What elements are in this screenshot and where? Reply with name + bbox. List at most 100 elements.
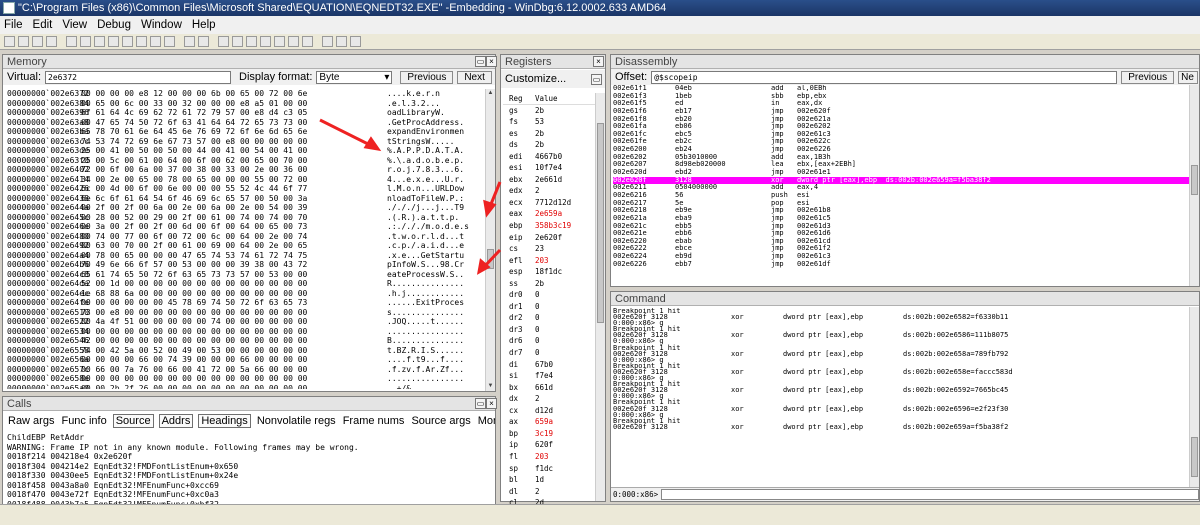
- disassembly-next-button[interactable]: Ne: [1178, 70, 1199, 84]
- register-value[interactable]: 2e620f: [535, 232, 593, 244]
- calls-option-func-info[interactable]: Func info: [60, 415, 107, 427]
- memory-icon[interactable]: [260, 36, 271, 47]
- disassembly-row[interactable]: 002e6218 eb9e jmp 002e61b8: [613, 207, 1189, 215]
- register-value[interactable]: 0: [535, 289, 593, 301]
- register-value[interactable]: 0: [535, 335, 593, 347]
- register-value[interactable]: 2b: [535, 278, 593, 290]
- disassembly-icon[interactable]: [288, 36, 299, 47]
- disassembly-row[interactable]: 002e61f8 eb20 jmp 002e621a: [613, 115, 1189, 124]
- disassembly-scroll-thumb[interactable]: [1191, 165, 1198, 195]
- offset-input[interactable]: @$scopeip: [651, 70, 1118, 84]
- register-value[interactable]: 53: [535, 116, 593, 128]
- register-value[interactable]: 23: [535, 243, 593, 255]
- register-value[interactable]: 2b: [535, 139, 593, 151]
- locals-icon[interactable]: [232, 36, 243, 47]
- register-value[interactable]: 1d: [535, 474, 593, 486]
- menu-file[interactable]: File: [4, 19, 23, 31]
- options-icon[interactable]: [350, 36, 361, 47]
- disassembly-row[interactable]: 002e6217 5e pop esi: [613, 199, 1189, 208]
- register-value[interactable]: 3c19: [535, 428, 593, 440]
- disassembly-row[interactable]: 002e61fa eb06 jmp 002e6202: [613, 123, 1189, 131]
- registers-menu-icon[interactable]: ▭: [591, 73, 602, 85]
- command-scroll-thumb[interactable]: [1191, 437, 1198, 477]
- step-out-icon[interactable]: [150, 36, 161, 47]
- calls-option-frame-nums[interactable]: Frame nums: [342, 415, 406, 427]
- register-value[interactable]: 2b: [535, 128, 593, 140]
- memory-next-button[interactable]: Next: [457, 70, 492, 84]
- menu-window[interactable]: Window: [141, 19, 182, 31]
- register-value[interactable]: 358b3c19: [535, 220, 593, 232]
- font-icon[interactable]: [336, 36, 347, 47]
- disassembly-scrollbar[interactable]: [1189, 85, 1199, 286]
- register-value[interactable]: 203: [535, 451, 593, 463]
- disassembly-row[interactable]: 002e6211 0504000000 add eax,4: [613, 184, 1189, 192]
- restart-icon[interactable]: [80, 36, 91, 47]
- customize-button[interactable]: Customize...: [505, 73, 566, 85]
- disassembly-row[interactable]: 002e61f5 ed in eax,dx: [613, 100, 1189, 108]
- scroll-down-icon[interactable]: ▼: [486, 382, 495, 391]
- disassembly-row[interactable]: 002e61f3 1beb sbb ebp,ebx: [613, 92, 1189, 101]
- disassembly-row[interactable]: 002e6222 ebce jmp 002e61f2: [613, 245, 1189, 253]
- memory-scroll-thumb[interactable]: [487, 249, 494, 269]
- register-value[interactable]: 4667b0: [535, 151, 593, 163]
- register-value[interactable]: f7e4: [535, 370, 593, 382]
- disassembly-row[interactable]: 002e6220 ebab jmp 002e61cd: [613, 237, 1189, 246]
- break-icon[interactable]: [108, 36, 119, 47]
- disassembly-row[interactable]: 002e61fc ebc5 jmp 002e61c3: [613, 130, 1189, 139]
- scratch-icon[interactable]: [302, 36, 313, 47]
- register-value[interactable]: 2: [535, 393, 593, 405]
- calls-option-nonvolatile-regs[interactable]: Nonvolatile regs: [256, 415, 337, 427]
- register-value[interactable]: 0: [535, 301, 593, 313]
- calls-option-source-args[interactable]: Source args: [410, 415, 471, 427]
- calls-close-icon[interactable]: ×: [486, 398, 497, 409]
- register-value[interactable]: 2e659a: [535, 208, 593, 220]
- run-to-cursor-icon[interactable]: [164, 36, 175, 47]
- command-scrollbar[interactable]: [1189, 307, 1199, 487]
- register-value[interactable]: 203: [535, 255, 593, 267]
- menu-view[interactable]: View: [62, 19, 87, 31]
- disassembly-previous-button[interactable]: Previous: [1121, 70, 1175, 84]
- disassembly-row[interactable]: 002e61f1 04eb add al,0EBh: [613, 85, 1189, 93]
- disassembly-row[interactable]: 002e6226 ebb7 jmp 002e61df: [613, 260, 1189, 269]
- register-value[interactable]: 7712d12d: [535, 197, 593, 209]
- registers-scrollbar[interactable]: [595, 93, 605, 501]
- disassembly-row[interactable]: 002e621c ebb5 jmp 002e61d3: [613, 222, 1189, 231]
- register-value[interactable]: 0: [535, 347, 593, 359]
- register-value[interactable]: 0: [535, 324, 593, 336]
- memory-close-icon[interactable]: ×: [486, 56, 497, 67]
- memory-menu-icon[interactable]: ▭: [475, 56, 486, 67]
- step-over-icon[interactable]: [136, 36, 147, 47]
- registers-scroll-thumb[interactable]: [597, 123, 604, 323]
- command-input[interactable]: [661, 489, 1199, 500]
- memory-previous-button[interactable]: Previous: [400, 70, 454, 84]
- register-value[interactable]: 2e661d: [535, 174, 593, 186]
- menu-help[interactable]: Help: [192, 19, 216, 31]
- virtual-address-input[interactable]: 2e6372: [45, 70, 232, 84]
- menu-edit[interactable]: Edit: [33, 19, 53, 31]
- register-value[interactable]: 659a: [535, 416, 593, 428]
- calls-option-headings[interactable]: Headings: [198, 413, 251, 428]
- register-value[interactable]: 67b0: [535, 359, 593, 371]
- register-value[interactable]: 10f7e4: [535, 162, 593, 174]
- calls-option-addrs[interactable]: Addrs: [158, 413, 194, 428]
- display-format-select[interactable]: Byte ▾: [316, 70, 393, 84]
- register-value[interactable]: 18f1dc: [535, 266, 593, 278]
- register-value[interactable]: 661d: [535, 382, 593, 394]
- register-value[interactable]: 2: [535, 486, 593, 498]
- register-value[interactable]: 0: [535, 312, 593, 324]
- calls-option-source[interactable]: Source: [112, 413, 154, 428]
- stop-icon[interactable]: [94, 36, 105, 47]
- source-mode-icon[interactable]: [322, 36, 333, 47]
- paste-icon[interactable]: [46, 36, 57, 47]
- memory-scrollbar[interactable]: ▲ ▼: [485, 89, 495, 391]
- calls-option-more[interactable]: More: [477, 415, 495, 427]
- command-icon[interactable]: [198, 36, 209, 47]
- register-value[interactable]: 620f: [535, 439, 593, 451]
- callstack-icon[interactable]: [274, 36, 285, 47]
- scroll-up-icon[interactable]: ▲: [486, 89, 495, 98]
- step-into-icon[interactable]: [122, 36, 133, 47]
- calls-menu-icon[interactable]: ▭: [475, 398, 486, 409]
- disassembly-row[interactable]: 002e61fe eb2c jmp 002e622c: [613, 138, 1189, 146]
- register-value[interactable]: 2b: [535, 105, 593, 117]
- go-icon[interactable]: [66, 36, 77, 47]
